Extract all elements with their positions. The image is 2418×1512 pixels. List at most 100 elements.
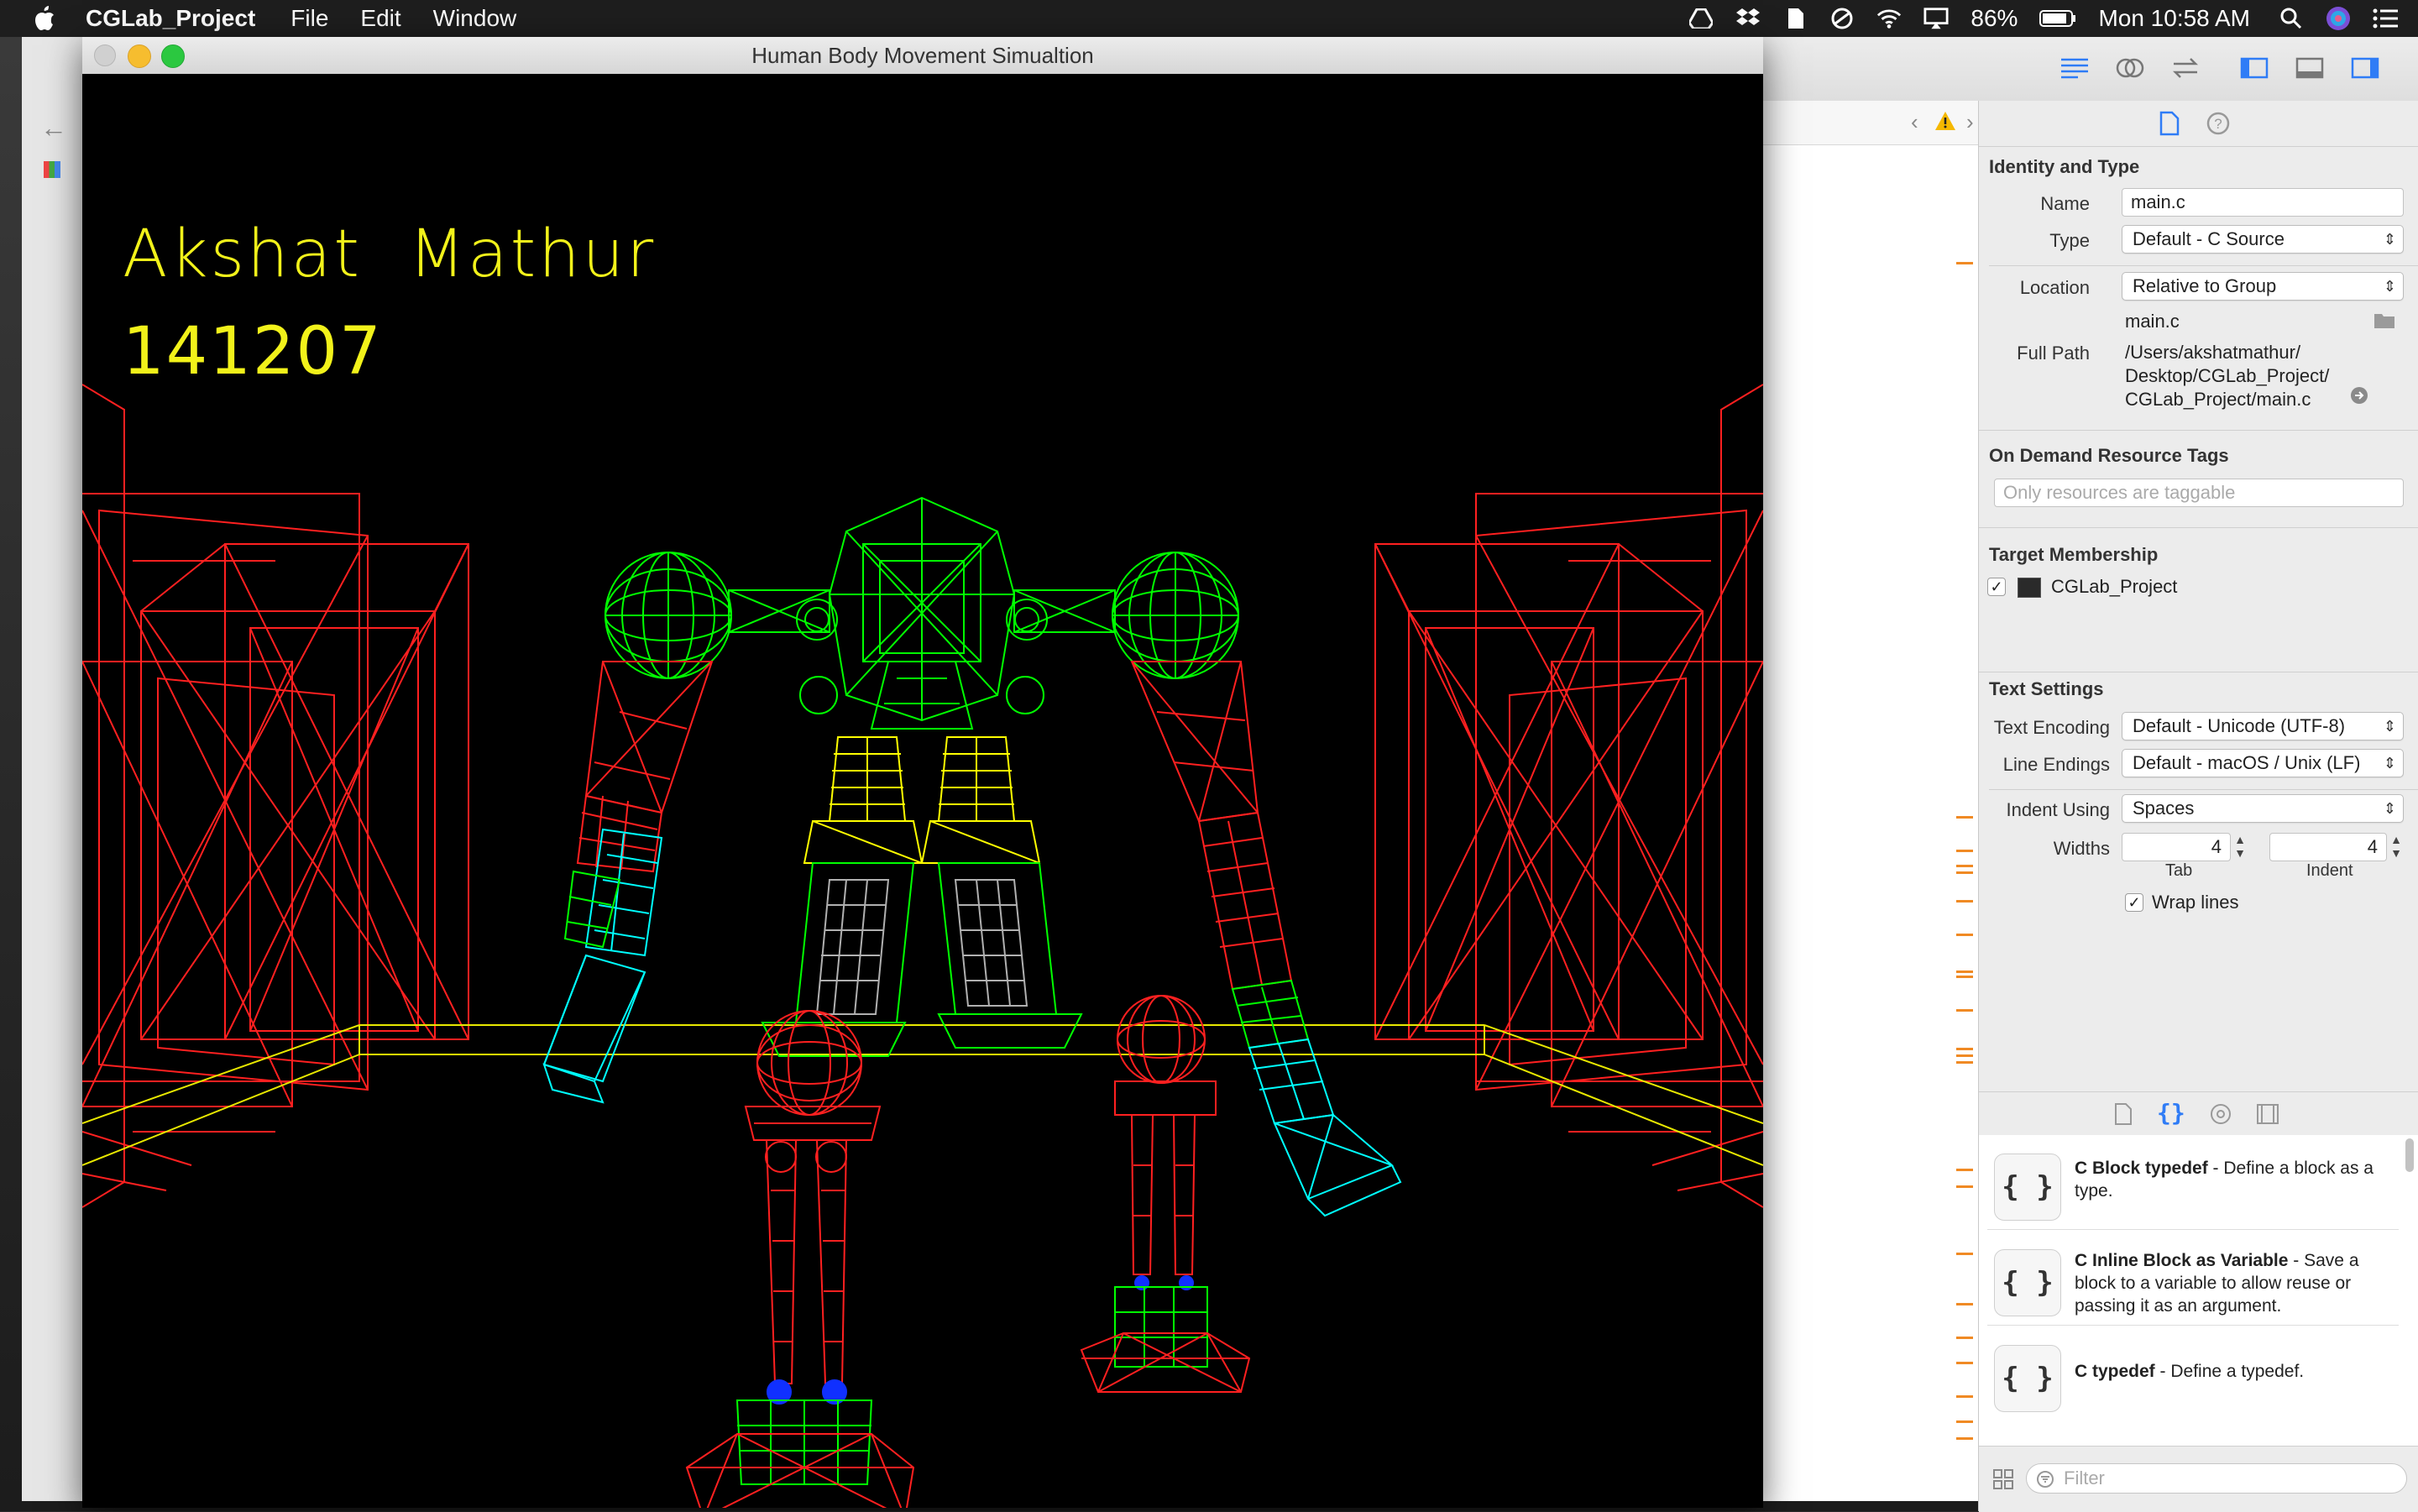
full-path-line: /Users/akshatmathur/ [2125,342,2301,363]
reveal-in-finder-icon[interactable] [2350,386,2368,409]
menu-edit[interactable]: Edit [360,5,400,32]
siri-icon[interactable] [2326,6,2351,31]
name-label: Name [2040,193,2090,214]
back-arrow-icon[interactable]: ← [40,112,67,144]
library-filter-input[interactable]: Filter [2026,1463,2407,1494]
popup-arrows-icon: ⇕ [2383,755,2396,772]
svg-text:?: ? [2214,116,2222,132]
snippet-desc: - Define a typedef. [2154,1362,2305,1381]
popup-arrows-icon: ⇕ [2383,718,2396,735]
name-field[interactable]: main.c [2122,188,2404,217]
popup-arrows-icon: ⇕ [2383,231,2396,248]
snippet-text: C typedef - Define a typedef. [2075,1360,2385,1383]
dropbox-icon[interactable] [1735,6,1761,31]
type-popup-value: Default - C Source [2133,228,2285,249]
battery-icon[interactable] [2039,6,2076,31]
list-item[interactable]: { } C typedef - Define a typedef. [1987,1326,2399,1420]
tab-width-field[interactable]: 4 [2122,833,2231,861]
list-item[interactable]: { } C Block typedef - Define a block as … [1987,1135,2399,1230]
notification-center-icon[interactable] [2373,6,2398,31]
right-thigh [920,736,1083,1049]
library-filter-bar: Filter [1979,1446,2418,1512]
airplay-icon[interactable] [1923,6,1949,31]
media-library-icon[interactable] [2256,1102,2279,1130]
left-arm [542,661,714,1104]
left-wall-wireframe [82,384,469,1208]
navigator-strip: ← [22,37,86,1501]
library-tabs: {} [1979,1091,2418,1137]
warning-icon[interactable] [1934,111,1956,137]
file-template-library-icon[interactable] [2113,1102,2133,1130]
student-name-overlay: Akshat Mathur [123,217,657,292]
google-drive-icon[interactable] [1688,6,1714,31]
menu-window[interactable]: Window [433,5,517,32]
right-shins [1130,1114,1196,1275]
type-popup[interactable]: Default - C Source ⇕ [2122,225,2404,254]
version-editor-icon[interactable] [2164,52,2206,84]
target-membership-title: Target Membership [1989,544,2159,565]
code-snippet-icon: { } [1994,1154,2061,1221]
target-name: CGLab_Project [2051,576,2178,597]
quick-help-tab-icon[interactable]: ? [2204,109,2232,138]
right-wall-wireframe [1374,384,1763,1208]
text-encoding-label: Text Encoding [1993,717,2110,738]
inspector-tabs: ? [1979,101,2418,147]
indent-using-label: Indent Using [2006,799,2110,820]
wifi-icon[interactable] [1876,6,1902,31]
indent-width-stepper[interactable]: ▲ ▼ [2389,833,2404,861]
indent-using-value: Spaces [2133,798,2195,819]
line-endings-popup[interactable]: Default - macOS / Unix (LF) ⇕ [2122,749,2404,777]
navigator-toggle-icon[interactable] [2233,52,2275,84]
folder-icon[interactable] [2374,311,2395,333]
file-inspector-tab-icon[interactable] [2155,109,2184,138]
popup-arrows-icon: ⇕ [2383,800,2396,817]
previous-issue-icon[interactable]: ‹ [1911,109,1918,135]
list-item[interactable]: { } C Inline Block as Variable - Save a … [1987,1231,2399,1326]
text-encoding-popup[interactable]: Default - Unicode (UTF-8) ⇕ [2122,712,2404,740]
menu-bar: CGLab_Project File Edit Window 86% Mon 1… [0,0,2418,37]
indent-caption: Indent [2306,861,2353,880]
object-library-icon[interactable] [2209,1102,2232,1130]
assistant-editor-icon[interactable] [2109,52,2151,84]
indent-using-popup[interactable]: Spaces ⇕ [2122,794,2404,823]
indent-width-field[interactable]: 4 [2269,833,2387,861]
simulation-titlebar[interactable]: Human Body Movement Simualtion [82,37,1763,75]
wrap-lines-label: Wrap lines [2152,892,2239,913]
apple-menu-icon[interactable] [34,6,55,31]
tab-width-stepper[interactable]: ▲ ▼ [2232,833,2248,861]
grid-icon[interactable] [44,161,60,178]
snippet-name: C Inline Block as Variable [2075,1251,2289,1270]
popup-arrows-icon: ⇕ [2383,278,2396,295]
right-foot [1080,1286,1251,1393]
sync-icon[interactable] [1829,6,1855,31]
code-snippet-library-icon[interactable]: {} [2157,1099,2185,1127]
standard-editor-icon[interactable] [2054,52,2096,84]
full-path-line: Desktop/CGLab_Project/ [2125,365,2330,386]
location-popup[interactable]: Relative to Group ⇕ [2122,272,2404,301]
grid-view-icon[interactable] [1992,1468,2014,1494]
line-endings-value: Default - macOS / Unix (LF) [2133,752,2361,773]
widths-label: Widths [2053,838,2110,859]
library-scrollbar[interactable] [2405,1138,2414,1172]
target-checkbox[interactable]: ✓ [1987,578,2006,596]
type-label: Type [2049,230,2090,251]
next-issue-icon[interactable]: › [1966,109,1974,135]
utilities-toggle-icon[interactable] [2344,52,2386,84]
location-label: Location [2019,277,2090,298]
tab-caption: Tab [2165,861,2193,880]
wrap-lines-checkbox[interactable]: ✓ [2125,893,2143,912]
battery-percent: 86% [1971,5,2018,31]
evernote-icon[interactable] [1782,6,1808,31]
left-thigh [761,736,924,1057]
odr-section-title: On Demand Resource Tags [1989,445,2229,466]
full-path-value: /Users/akshatmathur/ Desktop/CGLab_Proje… [2125,341,2329,411]
app-menu[interactable]: CGLab_Project [86,5,255,32]
debug-area-toggle-icon[interactable] [2289,52,2331,84]
snippet-text: C Block typedef - Define a block as a ty… [2075,1157,2385,1202]
menubar-clock[interactable]: Mon 10:58 AM [2098,5,2250,32]
location-popup-value: Relative to Group [2133,275,2277,296]
opengl-canvas[interactable]: Akshat Mathur 141207 [82,74,1763,1508]
odr-tags-field[interactable]: Only resources are taggable [1994,479,2404,507]
spotlight-search-icon[interactable] [2279,6,2304,31]
menu-file[interactable]: File [290,5,328,32]
